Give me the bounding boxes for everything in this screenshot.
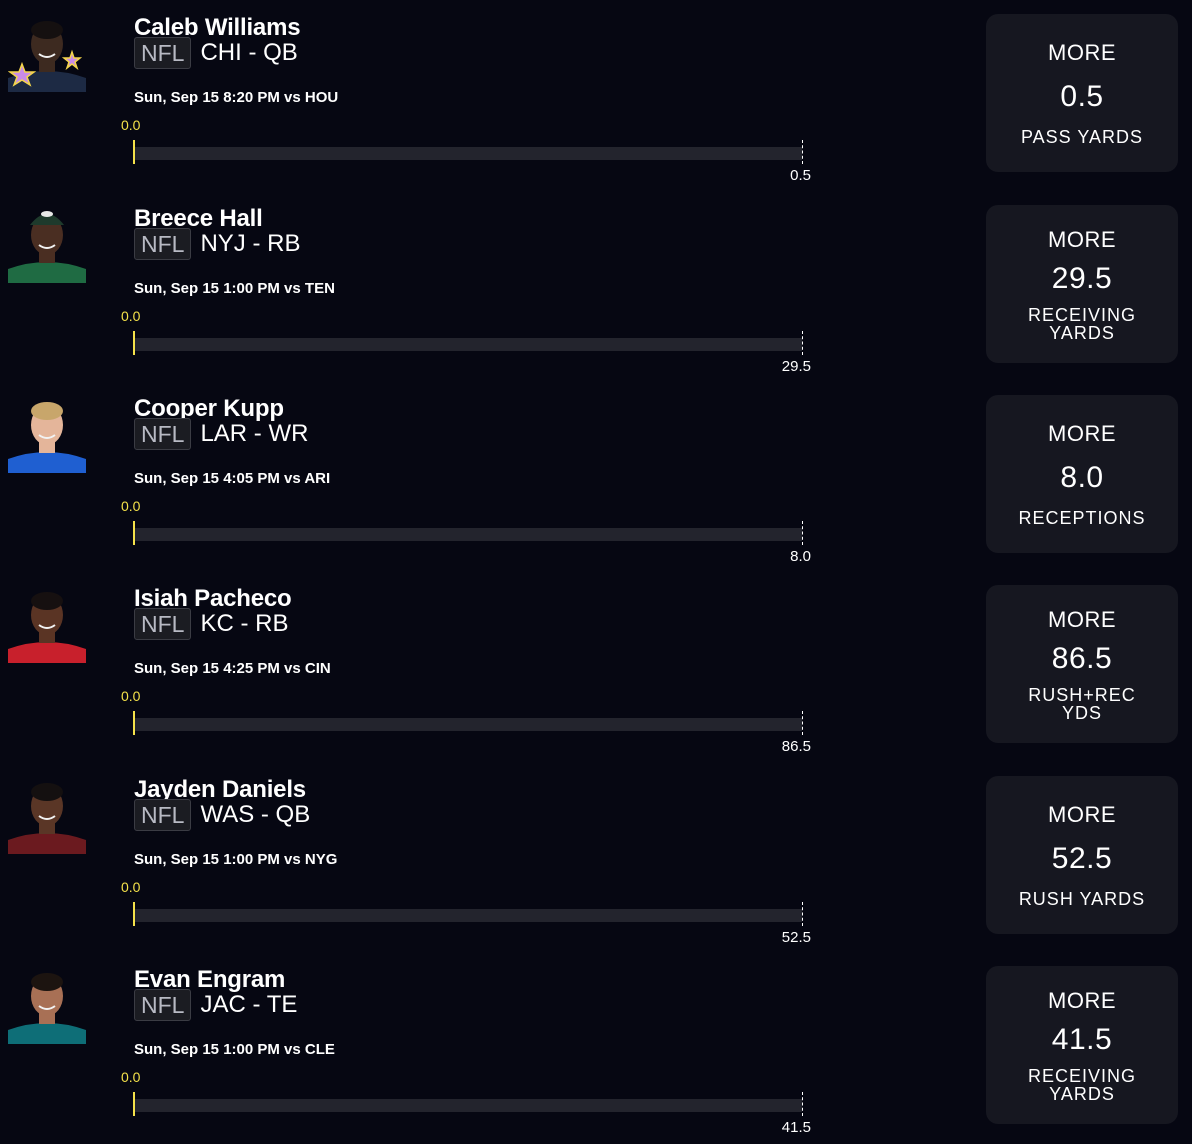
player-avatar — [8, 205, 86, 283]
league-badge: NFL — [134, 418, 192, 450]
progress-target-value: 0.5 — [790, 167, 811, 184]
pick-direction-label: MORE — [1048, 421, 1116, 446]
team-position: CHI - QB — [200, 39, 298, 66]
player-headshot — [8, 592, 86, 663]
team-position: KC - RB — [200, 610, 289, 637]
player-prop-row: Isiah Pacheco NFL KC - RB Sun, Sep 15 4:… — [0, 571, 1192, 761]
game-time: Sun, Sep 15 8:20 PM vs HOU — [134, 89, 339, 106]
player-meta: NFL CHI - QB — [134, 36, 298, 70]
game-time: Sun, Sep 15 1:00 PM vs CLE — [134, 1041, 335, 1058]
player-prop-row: Breece Hall NFL NYJ - RB Sun, Sep 15 1:0… — [0, 191, 1192, 381]
prop-stat-type: RECEIVING YARDS — [1027, 304, 1137, 343]
team-position: WAS - QB — [200, 801, 311, 828]
league-badge: NFL — [134, 228, 192, 260]
game-time: Sun, Sep 15 4:05 PM vs ARI — [134, 470, 331, 487]
progress-start-value: 0.0 — [121, 498, 141, 514]
pick-direction-label: MORE — [1048, 226, 1116, 252]
prop-line-value: 52.5 — [1051, 842, 1113, 875]
progress-track — [135, 1099, 802, 1112]
prop-stat-type: RECEIVING YARDS — [1027, 1065, 1137, 1104]
prop-pick-card[interactable]: MORE 86.5 RUSH+REC YDS — [986, 585, 1178, 743]
progress-target-marker — [802, 902, 803, 926]
progress-target-marker — [802, 711, 803, 735]
prop-pick-card[interactable]: MORE 8.0 RECEPTIONS — [986, 395, 1178, 553]
progress-start-value: 0.0 — [121, 879, 141, 895]
prop-stat-type: RUSH+REC YDS — [1028, 684, 1136, 723]
progress-start-value: 0.0 — [121, 1069, 141, 1085]
game-time: Sun, Sep 15 1:00 PM vs TEN — [134, 280, 335, 297]
progress-target-marker — [802, 1092, 803, 1116]
team-position: LAR - WR — [200, 420, 309, 447]
prop-line-value: 0.5 — [1060, 80, 1104, 113]
league-badge: NFL — [134, 799, 192, 831]
game-time: Sun, Sep 15 4:25 PM vs CIN — [134, 660, 331, 677]
team-position: JAC - TE — [200, 991, 298, 1018]
prop-pick-card[interactable]: MORE 29.5 RECEIVING YARDS — [986, 205, 1178, 363]
league-badge: NFL — [134, 989, 192, 1021]
progress-target-marker — [802, 331, 803, 355]
cap-icon — [30, 211, 64, 225]
prop-line-value: 8.0 — [1060, 461, 1104, 494]
progress-target-value: 52.5 — [781, 929, 811, 946]
player-headshot — [8, 783, 86, 854]
player-meta: NFL NYJ - RB — [134, 227, 300, 261]
progress-target-value: 29.5 — [781, 358, 811, 375]
player-headshot — [8, 211, 86, 283]
player-avatar — [8, 395, 86, 473]
player-prop-row: Evan Engram NFL JAC - TE Sun, Sep 15 1:0… — [0, 952, 1192, 1142]
league-badge: NFL — [134, 37, 192, 69]
progress-track — [135, 338, 802, 351]
player-prop-row: Jayden Daniels NFL WAS - QB Sun, Sep 15 … — [0, 762, 1192, 952]
prop-pick-card[interactable]: MORE 52.5 RUSH YARDS — [986, 776, 1178, 934]
player-meta: NFL JAC - TE — [134, 988, 297, 1022]
progress-start-value: 0.0 — [121, 688, 141, 704]
progress-target-value: 86.5 — [781, 738, 811, 755]
pick-direction-label: MORE — [1048, 802, 1116, 827]
player-meta: NFL KC - RB — [134, 607, 288, 641]
prop-stat-type: PASS YARDS — [1020, 127, 1144, 147]
progress-track — [135, 718, 802, 731]
pick-direction-label: MORE — [1048, 606, 1116, 632]
league-badge: NFL — [134, 608, 192, 640]
player-avatar — [8, 966, 86, 1044]
player-headshot — [8, 402, 86, 473]
player-prop-row: Caleb Williams NFL CHI - QB Sun, Sep 15 … — [0, 0, 1192, 190]
pick-direction-label: MORE — [1048, 987, 1116, 1013]
progress-target-marker — [802, 140, 803, 164]
progress-track — [135, 147, 802, 160]
player-meta: NFL WAS - QB — [134, 798, 310, 832]
player-headshot — [8, 21, 86, 92]
progress-track — [135, 909, 802, 922]
progress-target-value: 8.0 — [790, 548, 811, 565]
prop-pick-card[interactable]: MORE 41.5 RECEIVING YARDS — [986, 966, 1178, 1124]
pick-direction-label: MORE — [1048, 40, 1116, 65]
player-prop-row: Cooper Kupp NFL LAR - WR Sun, Sep 15 4:0… — [0, 381, 1192, 571]
progress-target-marker — [802, 521, 803, 545]
prop-line-value: 41.5 — [1051, 1023, 1113, 1056]
progress-start-value: 0.0 — [121, 117, 141, 133]
progress-start-value: 0.0 — [121, 308, 141, 324]
prop-line-value: 29.5 — [1051, 262, 1113, 295]
player-prop-list: Caleb Williams NFL CHI - QB Sun, Sep 15 … — [0, 0, 1192, 1144]
player-avatar — [8, 776, 86, 854]
prop-pick-card[interactable]: MORE 0.5 PASS YARDS — [986, 14, 1178, 172]
player-avatar — [8, 585, 86, 663]
progress-track — [135, 528, 802, 541]
team-position: NYJ - RB — [200, 230, 301, 257]
progress-target-value: 41.5 — [781, 1119, 811, 1136]
player-meta: NFL LAR - WR — [134, 417, 308, 451]
prop-line-value: 86.5 — [1051, 642, 1113, 675]
prop-stat-type: RUSH YARDS — [1018, 889, 1146, 909]
player-headshot — [8, 973, 86, 1044]
prop-stat-type: RECEPTIONS — [1018, 508, 1146, 528]
game-time: Sun, Sep 15 1:00 PM vs NYG — [134, 851, 338, 868]
player-avatar — [8, 14, 86, 92]
